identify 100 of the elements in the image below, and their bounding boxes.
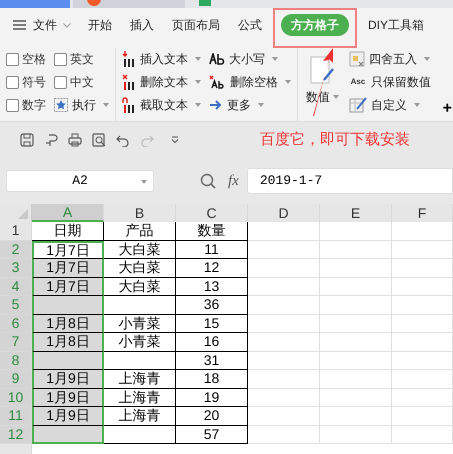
table-cell	[248, 314, 320, 333]
caret-icon	[333, 95, 339, 99]
column-header[interactable]: C	[176, 204, 248, 222]
caret-icon	[103, 103, 109, 107]
column-header[interactable]: E	[320, 204, 392, 222]
ribbon-tab[interactable]: 插入	[130, 16, 154, 34]
ribbon-command[interactable]: 四舍五入	[349, 48, 431, 70]
menu-icon	[13, 20, 26, 30]
table-cell	[320, 407, 392, 426]
table-cell: 1月8日	[32, 333, 104, 352]
checkbox-option[interactable]: 符号	[6, 71, 46, 93]
ribbon-command[interactable]: 删除空格	[209, 71, 291, 93]
table-cell	[392, 314, 453, 333]
delete-text-icon	[122, 74, 136, 90]
insert-text-icon	[122, 51, 136, 67]
table-cell	[248, 333, 320, 352]
table-cell: 11	[176, 240, 248, 259]
table-cell: 上海青	[104, 407, 176, 426]
ribbon-command[interactable]: 插入文本	[122, 48, 201, 70]
function-button[interactable]: fx	[228, 170, 239, 192]
print-icon[interactable]	[68, 133, 82, 147]
table-cell: 大白菜	[104, 259, 176, 278]
table-cell	[248, 352, 320, 370]
table-cell: 1月7日	[32, 278, 104, 296]
format-painter-icon[interactable]	[44, 133, 58, 147]
zoom-icon[interactable]	[200, 173, 216, 189]
table-cell	[320, 240, 392, 259]
checkbox[interactable]	[6, 98, 19, 112]
table-cell: 1月7日	[32, 240, 104, 259]
file-menu[interactable]: 文件	[13, 16, 71, 34]
table-cell	[104, 352, 176, 370]
table-cell	[392, 388, 453, 407]
ribbon-command[interactable]: 更多	[209, 94, 291, 116]
ribbon-command[interactable]: 大小写	[209, 48, 291, 70]
save-icon[interactable]	[20, 133, 34, 147]
cut-text-icon	[122, 97, 136, 113]
table-cell: 1月7日	[32, 259, 104, 278]
ribbon-command[interactable]: 截取文本	[122, 94, 201, 116]
table-cell	[392, 278, 453, 296]
customize-icon[interactable]	[170, 136, 180, 144]
asc-icon: Asc	[349, 76, 367, 88]
checkbox-option[interactable]: 数字	[6, 94, 46, 116]
checkbox-option[interactable]: 英文	[54, 48, 109, 70]
table-cell	[320, 259, 392, 278]
table-cell: 1月8日	[32, 314, 104, 333]
ribbon-tab[interactable]: 页面布局	[172, 16, 220, 34]
add-button[interactable]: +	[442, 101, 452, 117]
column-header[interactable]: D	[248, 204, 320, 222]
table-cell	[248, 370, 320, 388]
table-cell: 上海青	[104, 370, 176, 388]
table-cell: 19	[176, 388, 248, 407]
column-header[interactable]: B	[104, 204, 176, 222]
table-cell: 20	[176, 407, 248, 426]
ribbon-command[interactable]: Asc 只保留数值	[349, 71, 431, 93]
table-icon	[349, 51, 365, 67]
table-cell	[104, 296, 176, 314]
table-cell: 15	[176, 314, 248, 333]
table-cell: 1月9日	[32, 388, 104, 407]
delete-space-icon	[209, 75, 226, 89]
table-cell	[392, 296, 453, 314]
table-cell	[392, 426, 453, 444]
table-cell	[248, 278, 320, 296]
ribbon-command[interactable]: 自定义	[349, 94, 431, 116]
row-header[interactable]: 1	[0, 222, 32, 240]
table-cell	[248, 259, 320, 278]
undo-icon[interactable]	[116, 133, 130, 147]
ribbon-big-command[interactable]: 数值	[304, 56, 341, 106]
table-cell	[320, 388, 392, 407]
checkbox-option[interactable]: 中文	[54, 71, 109, 93]
ribbon-command[interactable]: 执行	[54, 94, 109, 116]
table-cell	[392, 370, 453, 388]
table-cell: 小青菜	[104, 314, 176, 333]
table-cell: 1月9日	[32, 407, 104, 426]
app-icon	[199, 0, 211, 6]
formula-field[interactable]: 2019-1-7	[246, 168, 453, 194]
ribbon-command[interactable]: 删除文本	[122, 71, 201, 93]
ribbon-tab[interactable]: 公式	[238, 16, 262, 34]
checkbox[interactable]	[6, 52, 19, 66]
arrow-icon	[209, 100, 223, 110]
column-header[interactable]: F	[392, 204, 453, 222]
print-preview-icon[interactable]	[92, 133, 106, 147]
table-cell	[248, 407, 320, 426]
edit-table-icon	[349, 97, 367, 113]
checkbox[interactable]	[54, 76, 67, 88]
table-cell	[248, 296, 320, 314]
checkbox-option[interactable]: 空格	[6, 48, 46, 70]
ribbon-tab[interactable]: DIY工具箱	[368, 16, 424, 34]
caret-icon	[195, 80, 201, 84]
checkbox[interactable]	[54, 52, 67, 66]
table-cell: 上海青	[104, 388, 176, 407]
table-cell	[320, 426, 392, 444]
checkbox[interactable]	[6, 76, 19, 88]
table-cell: 16	[176, 333, 248, 352]
table-cell: 57	[176, 426, 248, 444]
name-box[interactable]: A2	[6, 170, 154, 192]
caret-icon	[414, 103, 420, 107]
browser-tab[interactable]	[73, 0, 185, 8]
ribbon-tab[interactable]: 开始	[88, 16, 112, 34]
table-cell: 大白菜	[104, 278, 176, 296]
table-cell	[320, 370, 392, 388]
